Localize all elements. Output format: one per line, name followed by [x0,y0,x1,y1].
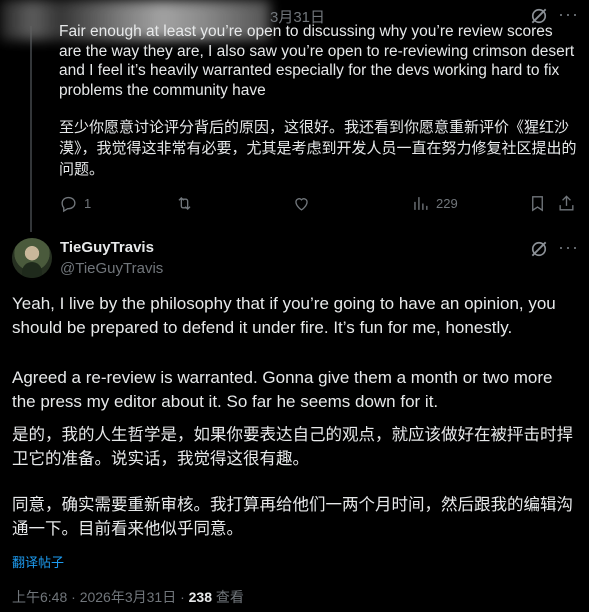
grok-icon[interactable] [529,239,549,259]
parent-tweet-text: Fair enough at least you’re open to disc… [59,23,575,99]
views-button[interactable]: 229 [411,194,458,213]
author-name[interactable]: TieGuyTravis [60,239,154,256]
more-options-icon[interactable]: ··· [558,237,579,258]
tweet-view-count: 238 [188,589,212,605]
parent-tweet-translation: 至少你愿意讨论评分背后的原因，这很好。我还看到你愿意重新评价《猩红沙漠》，我觉得… [59,119,577,178]
author-handle[interactable]: @TieGuyTravis [60,260,163,277]
tweet-translation-2: 同意，确实需要重新审核。我打算再给他们一两个月时间，然后跟我的编辑沟通一下。目前… [12,496,573,538]
bookmark-icon [532,196,543,212]
reply-button[interactable]: 1 [59,194,91,213]
like-button[interactable] [292,194,311,213]
parent-action-bar: 1 229 [59,194,579,218]
views-icon [414,197,428,210]
tweet-translation-1: 是的，我的人生哲学是，如果你要表达自己的观点，就应该做好在被抨击时捍卫它的准备。… [12,426,573,468]
view-count: 229 [436,196,458,211]
reply-icon [61,196,76,213]
thread-line [30,26,32,232]
repost-button[interactable] [175,194,194,213]
parent-tweet[interactable]: 3月31日 ··· Fair enough at least you’re op… [0,0,589,232]
tweet-paragraph-2: Agreed a re-review is warranted. Gonna g… [12,368,553,411]
tweet-paragraph-1: Yeah, I live by the philosophy that if y… [12,294,556,337]
avatar[interactable] [12,238,52,278]
repost-icon [178,197,191,210]
share-icon [559,195,574,211]
heart-icon [295,198,308,211]
views-label: 查看 [212,589,244,605]
share-button[interactable] [557,194,576,213]
tweet-metadata: 上午6:48 · 2026年3月31日 · 238 查看 [12,587,244,607]
tweet-timestamp[interactable]: 上午6:48 · 2026年3月31日 · [12,589,189,605]
bookmark-button[interactable] [528,194,547,213]
reply-count: 1 [84,196,92,211]
translate-post-link[interactable]: 翻译帖子 [12,552,64,571]
